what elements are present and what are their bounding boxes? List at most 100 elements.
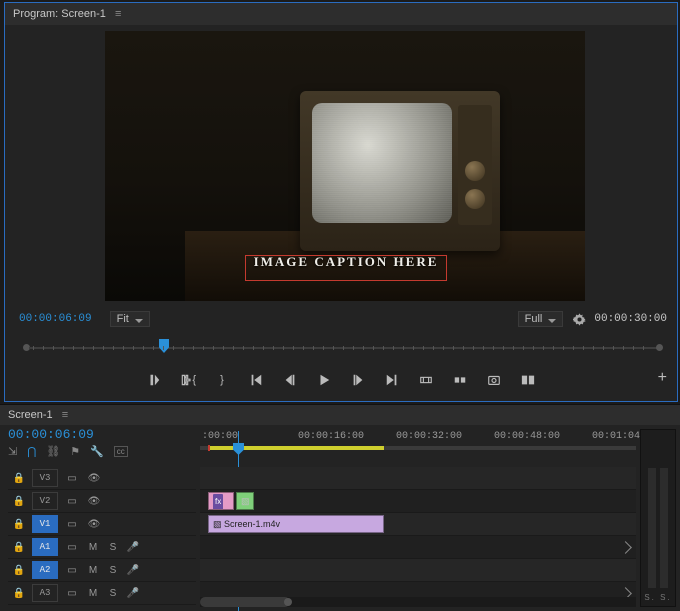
ruler-label: 00:00:48:00 (494, 431, 560, 442)
source-patch-icon[interactable]: ▭ (64, 542, 80, 553)
preview-scene: IMAGE CAPTION HERE (105, 31, 585, 301)
track-target-v2[interactable]: V2 (32, 492, 58, 510)
comparison-view-button[interactable] (520, 372, 536, 388)
lock-icon[interactable]: 🔒 (12, 542, 26, 553)
mark-in-button[interactable] (146, 372, 162, 388)
play-button[interactable] (316, 372, 332, 388)
panel-menu-icon[interactable]: ≡ (62, 409, 68, 421)
lane-v1[interactable]: ▧ Screen-1.m4v (200, 513, 636, 536)
timeline-lanes[interactable]: fx ▧ ▧ Screen-1.m4v (200, 467, 636, 605)
voiceover-icon[interactable]: 🎤 (126, 588, 140, 599)
transport-controls: { } (5, 365, 677, 395)
lift-button[interactable] (418, 372, 434, 388)
mute-button[interactable]: M (86, 588, 100, 599)
lane-v2[interactable]: fx ▧ (200, 490, 636, 513)
caption-overlay[interactable]: IMAGE CAPTION HERE (245, 255, 447, 281)
solo-button[interactable]: S (106, 542, 120, 553)
clip-video-1[interactable]: ▧ Screen-1.m4v (208, 515, 384, 533)
timeline-panel: Screen-1 ≡ 00:00:06:09 ⇲ ⋂ ⛓ ⚑ 🔧 cc :00:… (0, 404, 680, 611)
clip-graphic-2[interactable]: ▧ (236, 492, 254, 510)
track-target-a1[interactable]: A1 (32, 538, 58, 556)
settings-icon[interactable]: 🔧 (90, 445, 104, 458)
captions-toggle-icon[interactable]: cc (114, 446, 128, 457)
track-header-a3[interactable]: 🔒 A3 ▭ M S 🎤 (8, 582, 196, 605)
program-monitor-header: Program: Screen-1 ≡ (5, 3, 677, 25)
ruler-label: :00:00 (202, 431, 238, 442)
track-header-a1[interactable]: 🔒 A1 ▭ M S 🎤 (8, 536, 196, 559)
source-patch-icon[interactable]: ▭ (64, 565, 80, 576)
sequence-name: Screen-1 (8, 409, 53, 421)
track-header-a2[interactable]: 🔒 A2 ▭ M S 🎤 (8, 559, 196, 582)
track-target-v3[interactable]: V3 (32, 469, 58, 487)
program-info-bar: 00:00:06:09 Fit Full 00:00:30:00 (19, 309, 667, 329)
mark-out-button[interactable]: { (180, 372, 196, 388)
button-editor-add[interactable]: + (658, 369, 667, 387)
meter-solo-labels: S. S. (641, 593, 675, 602)
timeline-ruler[interactable]: :00:00 00:00:16:00 00:00:32:00 00:00:48:… (200, 431, 636, 463)
clip-label: Screen-1.m4v (224, 519, 280, 529)
timeline-hscrollbar[interactable] (200, 597, 636, 607)
sequence-timecode[interactable]: 00:00:06:09 (8, 427, 94, 442)
track-target-v1[interactable]: V1 (32, 515, 58, 533)
solo-button[interactable]: S (106, 565, 120, 576)
scroll-thumb[interactable] (200, 597, 290, 607)
zoom-select[interactable]: Fit (110, 311, 150, 327)
lane-a2[interactable] (200, 559, 636, 582)
go-to-in-button[interactable] (248, 372, 264, 388)
lock-icon[interactable]: 🔒 (12, 496, 26, 507)
duration-timecode[interactable]: 00:00:30:00 (594, 313, 667, 325)
linked-selection-icon[interactable]: ⛓ (46, 445, 60, 458)
ruler-label: 00:00:16:00 (298, 431, 364, 442)
mute-button[interactable]: M (86, 542, 100, 553)
program-monitor-panel: Program: Screen-1 ≡ IMAGE CAPTION HERE 0… (4, 2, 678, 402)
clip-graphic-1[interactable]: fx (208, 492, 234, 510)
lane-v3[interactable] (200, 467, 636, 490)
voiceover-icon[interactable]: 🎤 (126, 542, 140, 553)
mute-button[interactable]: M (86, 565, 100, 576)
source-patch-icon[interactable]: ▭ (64, 496, 80, 507)
program-time-ruler[interactable] (19, 335, 667, 361)
source-patch-icon[interactable]: ▭ (64, 519, 80, 530)
track-target-a2[interactable]: A2 (32, 561, 58, 579)
timeline-tools: ⇲ ⋂ ⛓ ⚑ 🔧 cc (8, 445, 128, 458)
fx-badge: fx (213, 494, 223, 510)
eye-icon[interactable]: 👁 (86, 496, 102, 507)
lane-a1[interactable] (200, 536, 636, 559)
track-headers: 🔒 V3 ▭ 👁 🔒 V2 ▭ 👁 🔒 V1 ▭ 👁 🔒 A1 ▭ M S 🎤 … (8, 467, 196, 605)
lock-icon[interactable]: 🔒 (12, 588, 26, 599)
track-header-v2[interactable]: 🔒 V2 ▭ 👁 (8, 490, 196, 513)
step-forward-button[interactable] (350, 372, 366, 388)
snap-icon[interactable]: ⋂ (27, 445, 36, 458)
eye-icon[interactable]: 👁 (86, 473, 102, 484)
resolution-select[interactable]: Full (518, 311, 564, 327)
eye-icon[interactable]: 👁 (86, 519, 102, 530)
mark-clip-button[interactable]: } (214, 372, 230, 388)
panel-menu-icon[interactable]: ≡ (115, 3, 121, 25)
voiceover-icon[interactable]: 🎤 (126, 565, 140, 576)
track-target-a3[interactable]: A3 (32, 584, 58, 602)
timeline-tab[interactable]: Screen-1 ≡ (0, 405, 680, 425)
lock-icon[interactable]: 🔒 (12, 519, 26, 530)
source-patch-icon[interactable]: ▭ (64, 473, 80, 484)
caption-text: IMAGE CAPTION HERE (246, 254, 446, 270)
track-header-v1[interactable]: 🔒 V1 ▭ 👁 (8, 513, 196, 536)
timeline-header: 00:00:06:09 (8, 427, 94, 442)
track-header-v3[interactable]: 🔒 V3 ▭ 👁 (8, 467, 196, 490)
program-title: Program: Screen-1 (13, 8, 106, 20)
nest-toggle-icon[interactable]: ⇲ (8, 445, 17, 458)
audio-meters[interactable]: S. S. (640, 429, 676, 607)
program-preview[interactable]: IMAGE CAPTION HERE (105, 31, 585, 301)
export-frame-button[interactable] (486, 372, 502, 388)
ruler-label: 00:00:32:00 (396, 431, 462, 442)
lock-icon[interactable]: 🔒 (12, 565, 26, 576)
playhead-timecode[interactable]: 00:00:06:09 (19, 313, 92, 325)
program-playhead[interactable] (159, 339, 169, 353)
solo-button[interactable]: S (106, 588, 120, 599)
step-back-button[interactable] (282, 372, 298, 388)
settings-icon[interactable] (573, 313, 586, 326)
source-patch-icon[interactable]: ▭ (64, 588, 80, 599)
extract-button[interactable] (452, 372, 468, 388)
go-to-out-button[interactable] (384, 372, 400, 388)
marker-icon[interactable]: ⚑ (70, 445, 80, 458)
lock-icon[interactable]: 🔒 (12, 473, 26, 484)
